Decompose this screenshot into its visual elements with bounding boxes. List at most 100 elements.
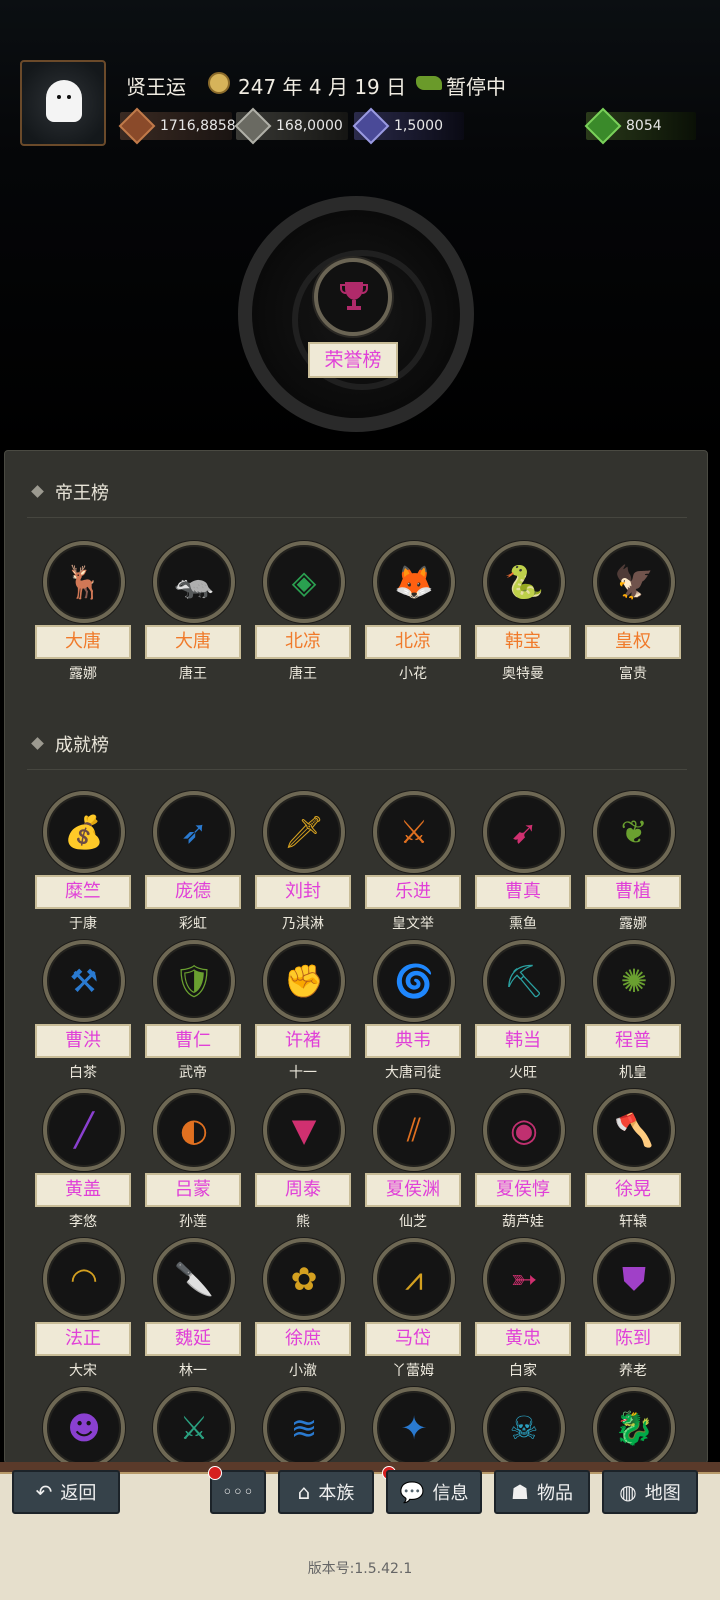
chat-bubble-icon: 💬 <box>399 1480 425 1504</box>
ranking-entry[interactable]: ⫽ 夏侯渊 仙芝 <box>365 1089 465 1230</box>
back-button[interactable]: ↶ 返回 <box>12 1470 120 1514</box>
eyeball-icon: ◉ <box>510 1111 538 1149</box>
entry-badge[interactable]: 💰 <box>43 791 125 873</box>
entry-badge[interactable]: 🗡 <box>263 791 345 873</box>
entry-badge[interactable]: ✦ <box>373 1387 455 1463</box>
ranking-entry[interactable]: ≋ <box>255 1387 355 1463</box>
entry-badge[interactable]: ╱ <box>43 1089 125 1171</box>
ranking-entry[interactable]: ◉ 夏侯惇 葫芦娃 <box>475 1089 575 1230</box>
entry-owner: 唐王 <box>179 666 207 682</box>
chest-armor-icon: ⛊ <box>621 1260 647 1298</box>
entry-badge[interactable]: ➹ <box>483 791 565 873</box>
clan-button[interactable]: ⌂ 本族 <box>278 1470 374 1514</box>
info-button[interactable]: 💬 信息 <box>386 1470 482 1514</box>
ranking-entry[interactable]: 🦡 大唐 唐王 <box>145 541 245 682</box>
items-button[interactable]: ☗ 物品 <box>494 1470 590 1514</box>
ranking-entry[interactable]: ⛏ 韩当 火旺 <box>475 940 575 1081</box>
ranking-entry[interactable]: 🌀 典韦 大唐司徒 <box>365 940 465 1081</box>
ranking-entry[interactable]: ◠ 法正 大宋 <box>35 1238 135 1379</box>
entry-badge[interactable]: 🐉 <box>593 1387 675 1463</box>
map-button[interactable]: ◍ 地图 <box>602 1470 698 1514</box>
ranking-entry[interactable]: 🪓 徐晃 轩辕 <box>585 1089 685 1230</box>
ranking-entry[interactable]: 🛡 曹仁 武帝 <box>145 940 245 1081</box>
entry-badge[interactable]: 🪓 <box>593 1089 675 1171</box>
ranking-entry[interactable]: ☻ <box>35 1387 135 1463</box>
entry-badge[interactable]: 🐍 <box>483 541 565 623</box>
entry-badge[interactable]: ⛊ <box>593 1238 675 1320</box>
entry-badge[interactable]: 🌀 <box>373 940 455 1022</box>
ranking-entry[interactable]: ➹ 曹真 熏鱼 <box>475 791 575 932</box>
honor-badge[interactable] <box>314 258 392 336</box>
entry-badge[interactable]: ◈ <box>263 541 345 623</box>
diamond-bullet-icon <box>31 737 44 750</box>
ranking-entry[interactable]: 💰 糜竺 于康 <box>35 791 135 932</box>
entry-badge[interactable]: ◠ <box>43 1238 125 1320</box>
entry-name-plate: 夏侯渊 <box>365 1173 461 1207</box>
ranking-entry[interactable]: ⚔ <box>145 1387 245 1463</box>
ranking-entry[interactable]: ◈ 北凉 唐王 <box>255 541 355 682</box>
honor-list-label[interactable]: 荣誉榜 <box>308 342 398 378</box>
ranking-entry[interactable]: ▼ 周泰熊 <box>255 1089 355 1230</box>
entry-badge[interactable]: 🔪 <box>153 1238 235 1320</box>
entry-badge[interactable]: ⚔ <box>153 1387 235 1463</box>
ranking-entry[interactable]: ◐ 吕蒙 孙莲 <box>145 1089 245 1230</box>
entry-name-plate: 黄盖 <box>35 1173 131 1207</box>
entry-name-plate: 大唐 <box>35 625 131 659</box>
entry-badge[interactable]: ✿ <box>263 1238 345 1320</box>
ranking-entry[interactable]: 🐉 <box>585 1387 685 1463</box>
entry-badge[interactable]: 🦡 <box>153 541 235 623</box>
items-icon: ☗ <box>511 1480 529 1504</box>
entry-badge[interactable]: ❦ <box>593 791 675 873</box>
entry-name-plate: 魏延 <box>145 1322 241 1356</box>
domino-mask-icon: ◠ <box>70 1260 98 1298</box>
ranking-entry[interactable]: 🐍 韩宝 奥特曼 <box>475 541 575 682</box>
ranking-entry[interactable]: ✿ 徐庶 小澈 <box>255 1238 355 1379</box>
entry-badge[interactable]: ☻ <box>43 1387 125 1463</box>
entry-badge[interactable]: ▼ <box>263 1089 345 1171</box>
ranking-entry[interactable]: ⛊ 陈到 养老 <box>585 1238 685 1379</box>
entry-badge[interactable]: ➶ <box>153 791 235 873</box>
entry-badge[interactable]: 🦅 <box>593 541 675 623</box>
ranking-entry[interactable]: ➶ 庞德 彩虹 <box>145 791 245 932</box>
ranking-entry[interactable]: ╱ 黄盖 李悠 <box>35 1089 135 1230</box>
sword-stone-icon: ⚒ <box>69 962 99 1000</box>
ranking-entry[interactable]: 🦌 大唐 露娜 <box>35 541 135 682</box>
pause-status-icon <box>416 76 442 90</box>
entry-badge[interactable]: ⛏ <box>483 940 565 1022</box>
entry-name-plate: 皇权 <box>585 625 681 659</box>
entry-badge[interactable]: ⫽ <box>373 1089 455 1171</box>
entry-badge[interactable]: ⩘ <box>373 1238 455 1320</box>
entry-owner: 葫芦娃 <box>502 1214 544 1230</box>
ranking-entry[interactable]: ⚔ 乐进 皇文举 <box>365 791 465 932</box>
calendar-icon <box>208 72 230 94</box>
entry-badge[interactable]: 🦌 <box>43 541 125 623</box>
ranking-entry[interactable]: ✺ 程普 机皇 <box>585 940 685 1081</box>
entry-badge[interactable]: 🛡 <box>153 940 235 1022</box>
entry-badge[interactable]: ◉ <box>483 1089 565 1171</box>
ranking-entry[interactable]: 🗡 刘封 乃淇淋 <box>255 791 355 932</box>
version-text: 版本号:1.5.42.1 <box>307 1561 413 1577</box>
player-avatar[interactable] <box>20 60 106 146</box>
ranking-entry[interactable]: ✊ 许褚 十一 <box>255 940 355 1081</box>
entry-badge[interactable]: ➳ <box>483 1238 565 1320</box>
rankings-panel: 帝王榜 🦌 大唐 露娜 🦡 大唐 唐王 ◈ 北凉 唐王 🦊 北凉 小花 🐍 韩宝 奥特曼 🦅 皇权 富贵 成就榜 … <box>4 450 708 1464</box>
entry-badge[interactable]: ☠ <box>483 1387 565 1463</box>
ranking-entry[interactable]: ❦ 曹植 露娜 <box>585 791 685 932</box>
game-status[interactable]: 暂停中 <box>446 71 506 100</box>
entry-badge[interactable]: ◐ <box>153 1089 235 1171</box>
bow-icon: ➳ <box>510 1260 538 1298</box>
entry-badge[interactable]: ≋ <box>263 1387 345 1463</box>
entry-badge[interactable]: ⚔ <box>373 791 455 873</box>
entry-badge[interactable]: ✺ <box>593 940 675 1022</box>
ranking-entry[interactable]: ☠ <box>475 1387 575 1463</box>
entry-badge[interactable]: ✊ <box>263 940 345 1022</box>
ranking-entry[interactable]: 🦊 北凉 小花 <box>365 541 465 682</box>
ranking-entry[interactable]: ⩘ 马岱 丫蕾姆 <box>365 1238 465 1379</box>
ranking-entry[interactable]: ⚒ 曹洪 白茶 <box>35 940 135 1081</box>
ranking-entry[interactable]: 🔪 魏延 林一 <box>145 1238 245 1379</box>
ranking-entry[interactable]: ✦ <box>365 1387 465 1463</box>
entry-badge[interactable]: 🦊 <box>373 541 455 623</box>
ranking-entry[interactable]: 🦅 皇权 富贵 <box>585 541 685 682</box>
ranking-entry[interactable]: ➳ 黄忠 白家 <box>475 1238 575 1379</box>
entry-badge[interactable]: ⚒ <box>43 940 125 1022</box>
